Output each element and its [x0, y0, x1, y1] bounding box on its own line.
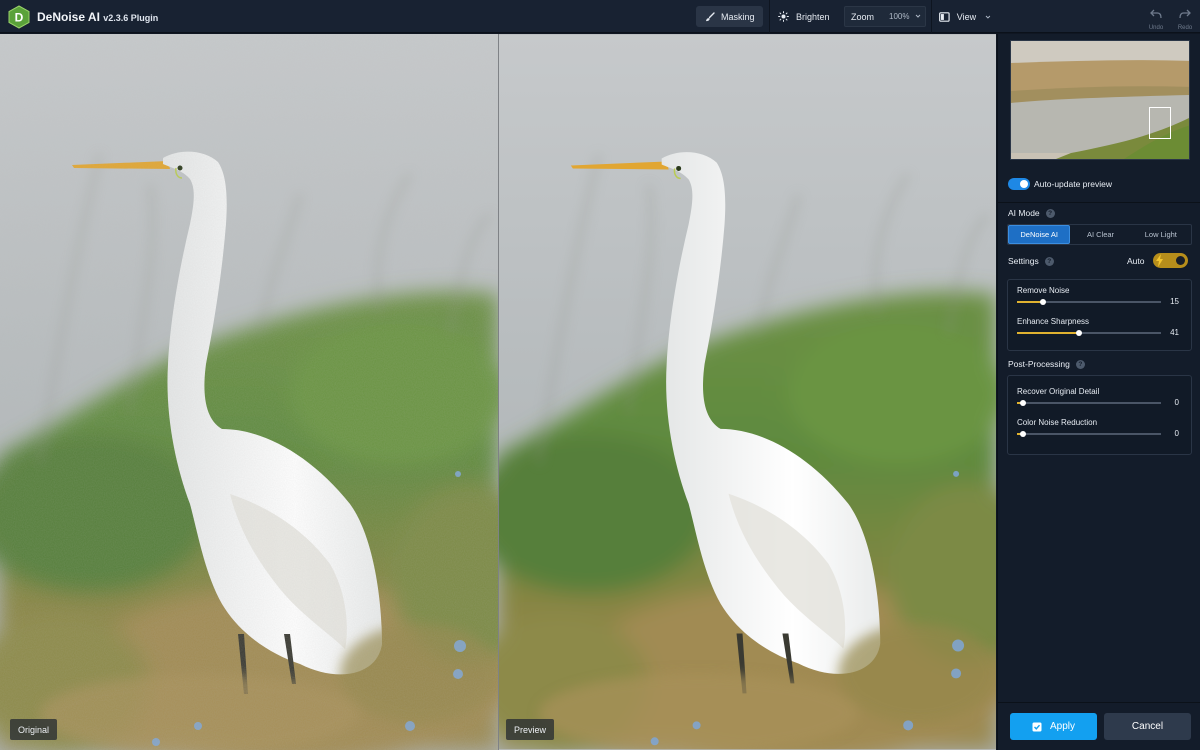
toolbar-divider	[769, 0, 770, 33]
zoom-value: 100%	[889, 12, 910, 21]
mode-ai-clear[interactable]: AI Clear	[1070, 225, 1130, 244]
enhance-sharpness-label: Enhance Sharpness	[1017, 317, 1090, 326]
zoom-label: Zoom	[851, 11, 875, 22]
original-image-pane[interactable]: Original	[0, 34, 498, 750]
zoom-dropdown[interactable]: Zoom 100%	[844, 6, 926, 27]
color-noise-value: 0	[1174, 429, 1179, 438]
original-photo	[0, 34, 498, 750]
enhance-sharpness-slider[interactable]	[1017, 329, 1161, 336]
top-bar: D DeNoise AI v2.3.6 Plugin Masking Brigh…	[0, 0, 1200, 33]
settings-title: Settings ?	[1008, 256, 1054, 266]
section-divider	[998, 202, 1200, 203]
apply-label: Apply	[1049, 721, 1075, 732]
brighten-label: Brighten	[796, 11, 830, 22]
toolbar-divider	[931, 0, 932, 33]
masking-button[interactable]: Masking	[696, 6, 763, 27]
color-noise-label: Color Noise Reduction	[1017, 418, 1098, 427]
sun-icon	[778, 11, 789, 22]
color-noise-slider[interactable]	[1017, 430, 1161, 437]
remove-noise-label: Remove Noise	[1017, 286, 1070, 295]
view-split-icon	[939, 11, 950, 22]
app-name: DeNoise AI	[37, 10, 100, 24]
post-processing-title: Post-Processing ?	[1008, 359, 1085, 369]
view-dropdown[interactable]: View	[939, 6, 991, 27]
help-icon[interactable]: ?	[1044, 256, 1054, 266]
settings-card: Remove Noise 15 Enhance Sharpness 41	[1007, 279, 1192, 351]
svg-text:D: D	[15, 11, 24, 25]
slider-fill	[1017, 332, 1080, 334]
apply-icon	[1032, 722, 1042, 731]
view-label: View	[956, 11, 977, 22]
undo-label: Undo	[1148, 25, 1164, 31]
post-processing-card: Recover Original Detail 0 Color Noise Re…	[1007, 375, 1192, 455]
recover-detail-slider[interactable]	[1017, 399, 1161, 406]
redo-button[interactable]: Redo	[1174, 6, 1196, 31]
auto-update-label: Auto-update preview	[1034, 179, 1112, 189]
settings-label: Settings	[1008, 256, 1039, 266]
cancel-label: Cancel	[1131, 721, 1164, 732]
navigator-thumbnail[interactable]	[1010, 40, 1190, 160]
apply-button[interactable]: Apply	[1010, 713, 1097, 740]
slider-knob[interactable]	[1040, 298, 1047, 305]
recover-detail-label: Recover Original Detail	[1017, 387, 1100, 396]
undo-icon	[1150, 9, 1162, 19]
help-icon[interactable]: ?	[1045, 208, 1055, 218]
remove-noise-value: 15	[1170, 297, 1179, 306]
slider-knob[interactable]	[1019, 399, 1026, 406]
cancel-button[interactable]: Cancel	[1104, 713, 1191, 740]
preview-label: Preview	[506, 719, 555, 740]
remove-noise-slider[interactable]	[1017, 298, 1161, 305]
redo-label: Redo	[1177, 25, 1193, 31]
enhance-sharpness-value: 41	[1170, 328, 1179, 337]
redo-icon	[1179, 9, 1191, 19]
navigator-viewport-box[interactable]	[1149, 107, 1171, 139]
auto-update-toggle[interactable]	[1008, 178, 1030, 190]
slider-knob[interactable]	[1019, 430, 1026, 437]
logo-icon: D	[8, 5, 30, 29]
slider-knob[interactable]	[1076, 329, 1083, 336]
mode-low-light[interactable]: Low Light	[1131, 225, 1191, 244]
image-canvas[interactable]: Original Preview	[0, 34, 996, 750]
ai-mode-title: AI Mode ?	[1008, 208, 1055, 218]
chevron-down-icon	[915, 14, 921, 18]
bolt-icon	[1156, 254, 1163, 267]
auto-label: Auto	[1127, 256, 1145, 266]
masking-label: Masking	[721, 11, 755, 22]
undo-button[interactable]: Undo	[1145, 6, 1167, 31]
navigator-photo	[1011, 41, 1189, 159]
app-title: DeNoise AI v2.3.6 Plugin	[37, 10, 158, 24]
mode-denoise-ai[interactable]: DeNoise AI	[1008, 225, 1071, 244]
ai-mode-selector: DeNoise AI AI Clear Low Light	[1007, 224, 1192, 245]
ai-mode-label: AI Mode	[1008, 208, 1040, 218]
recover-detail-value: 0	[1174, 398, 1179, 407]
brush-icon	[706, 11, 715, 21]
preview-image-pane[interactable]: Preview	[499, 34, 996, 750]
settings-panel: Auto-update preview AI Mode ? DeNoise AI…	[997, 34, 1200, 750]
brighten-button[interactable]: Brighten	[778, 6, 834, 27]
chevron-down-icon	[985, 15, 991, 19]
preview-photo	[499, 34, 996, 750]
app-version: v2.3.6 Plugin	[103, 13, 159, 23]
help-icon[interactable]: ?	[1075, 359, 1085, 369]
section-divider	[998, 702, 1200, 703]
post-processing-label: Post-Processing	[1008, 359, 1070, 369]
original-label: Original	[10, 719, 58, 740]
